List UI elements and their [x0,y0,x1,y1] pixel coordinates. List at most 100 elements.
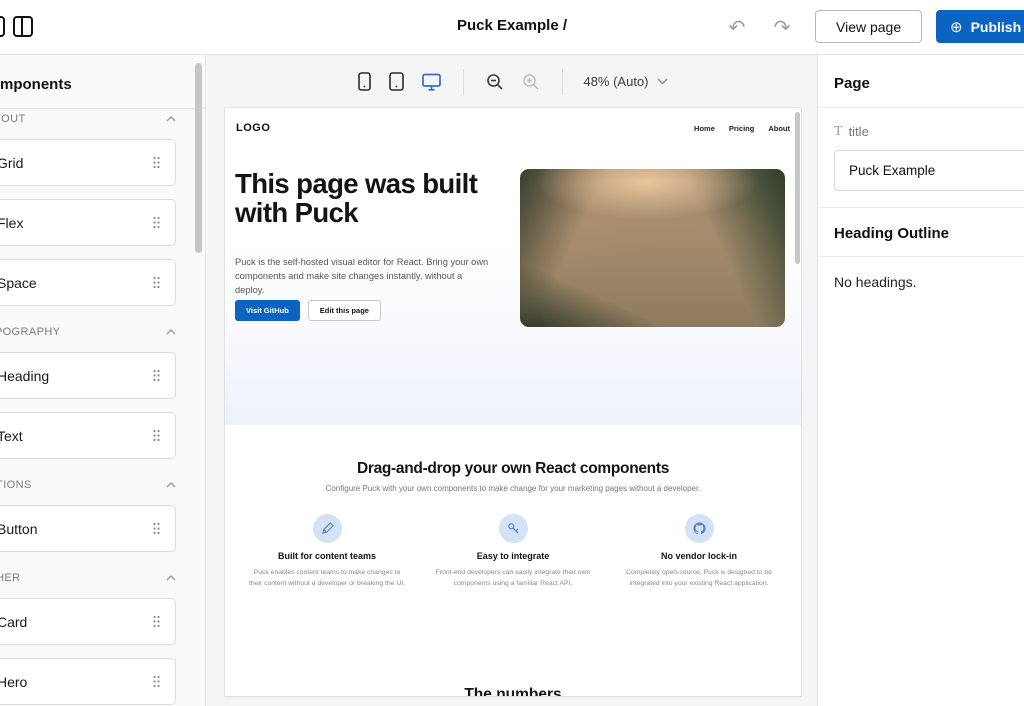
chevron-up-icon [166,116,176,122]
title-input[interactable] [834,150,1024,191]
type-icon: T [834,123,843,139]
divider [818,207,1024,208]
preview-numbers-heading[interactable]: The numbers [225,686,801,696]
divider [0,108,205,109]
feature-body: Puck enables content teams to make chang… [248,569,406,587]
component-label: Flex [0,214,24,231]
zoom-out-icon[interactable] [484,71,506,93]
preview-nav-pricing[interactable]: Pricing [729,124,754,133]
header-bar: Puck Example / ↶ ↷ View page ⊕ Publish [0,0,1024,55]
component-item-hero[interactable]: Hero [0,658,176,705]
drag-handle-icon[interactable] [152,429,161,442]
heading-outline-empty: No headings. [834,274,917,290]
section-header-actions[interactable]: ACTIONS [0,479,176,491]
preview-scrollbar[interactable] [795,112,800,264]
zoom-level-select[interactable]: 48% (Auto) [583,74,668,89]
heading-outline-title: Heading Outline [834,225,950,242]
canvas: 48% (Auto) LOGO Home Pricing About This … [207,55,817,706]
view-page-button[interactable]: View page [815,10,923,43]
component-item-flex[interactable]: Flex [0,199,176,246]
publish-button[interactable]: ⊕ Publish [936,10,1024,43]
preview-features-heading[interactable]: Drag-and-drop your own React components [225,460,801,478]
title-field-group: T title [818,108,1024,207]
section-header-other[interactable]: OTHER [0,572,176,584]
chevron-up-icon [166,482,176,488]
component-label: Heading [0,367,50,384]
section-label: ACTIONS [0,479,32,491]
preview-nav-about[interactable]: About [768,124,790,133]
preview-site-header: LOGO Home Pricing About [225,108,801,148]
github-icon [684,514,714,543]
pen-icon [312,514,342,543]
preview-edit-page-button[interactable]: Edit this page [307,300,381,321]
title-field-label: T title [834,124,1024,139]
feature-title: Built for content teams [277,551,376,561]
chevron-down-icon [656,78,668,85]
preview-feature-content-teams[interactable]: Built for content teams Puck enables con… [248,514,406,589]
component-label: Space [0,274,37,291]
viewport-tablet-icon[interactable] [387,70,406,93]
drag-handle-icon[interactable] [152,156,161,169]
components-panel-title: Components [0,76,72,93]
drag-handle-icon[interactable] [152,276,161,289]
viewport-phone-icon[interactable] [356,70,373,93]
divider [463,68,465,95]
component-item-card[interactable]: Card [0,598,176,645]
page-preview[interactable]: LOGO Home Pricing About This page was bu… [225,108,801,696]
preview-feature-integrate[interactable]: Easy to integrate Front-end developers c… [434,514,592,589]
drag-handle-icon[interactable] [152,675,161,688]
undo-icon[interactable]: ↶ [727,17,747,39]
drag-handle-icon[interactable] [152,216,161,229]
globe-icon: ⊕ [950,18,963,36]
chevron-up-icon [166,575,176,581]
preview-feature-columns: Built for content teams Puck enables con… [225,514,801,589]
component-label: Button [0,520,38,537]
component-item-space[interactable]: Space [0,259,176,306]
feature-body: Front-end developers can easily integrat… [435,569,591,587]
key-icon [498,514,528,543]
preview-features-section[interactable]: Drag-and-drop your own React components … [225,460,801,589]
component-item-text[interactable]: Text [0,412,176,459]
component-label: Text [0,427,23,444]
divider [818,256,1024,257]
component-label: Grid [0,154,24,171]
section-header-layout[interactable]: LAYOUT [0,113,176,125]
preview-nav-home[interactable]: Home [694,124,715,133]
divider [562,68,564,95]
drag-handle-icon[interactable] [152,615,161,628]
preview-hero-image[interactable] [520,169,785,327]
component-label: Card [0,613,28,630]
drag-handle-icon[interactable] [152,522,161,535]
drag-handle-icon[interactable] [152,369,161,382]
preview-hero-body[interactable]: Puck is the self-hosted visual editor fo… [235,256,490,298]
section-header-typography[interactable]: TYPOGRAPHY [0,326,176,338]
chevron-up-icon [166,329,176,335]
feature-body: Completely open-source, Puck is designed… [626,569,772,587]
feature-title: Easy to integrate [476,551,550,561]
component-item-heading[interactable]: Heading [0,352,176,399]
component-item-grid[interactable]: Grid [0,139,176,186]
viewport-desktop-icon[interactable] [420,71,443,93]
preview-logo[interactable]: LOGO [236,122,270,134]
preview-features-subheading[interactable]: Configure Puck with your own components … [225,484,801,493]
component-item-button[interactable]: Button [0,505,176,552]
components-panel-scrollbar[interactable] [195,63,202,253]
page-panel: Page T title Heading Outline No headings… [817,55,1024,706]
preview-feature-lock-in[interactable]: No vendor lock-in Completely open-source… [620,514,778,589]
page-panel-title: Page [834,75,870,92]
preview-hero-buttons: Visit GitHub Edit this page [235,300,381,321]
preview-hero-heading[interactable]: This page was built with Puck [235,169,520,228]
section-label: TYPOGRAPHY [0,326,61,338]
feature-title: No vendor lock-in [660,551,737,561]
preview-nav: Home Pricing About [694,124,790,133]
section-label: LAYOUT [0,113,26,125]
publish-label: Publish [970,18,1022,35]
components-panel: Components LAYOUT Grid Flex Space TYPOGR… [0,55,206,706]
component-label: Hero [0,673,28,690]
section-label: OTHER [0,572,21,584]
zoom-in-icon[interactable] [520,71,542,93]
viewport-toolbar: 48% (Auto) [207,55,817,108]
puck-editor: Puck Example / ↶ ↷ View page ⊕ Publish C… [0,0,1024,706]
redo-icon[interactable]: ↷ [772,17,792,39]
preview-visit-github-button[interactable]: Visit GitHub [235,300,300,321]
